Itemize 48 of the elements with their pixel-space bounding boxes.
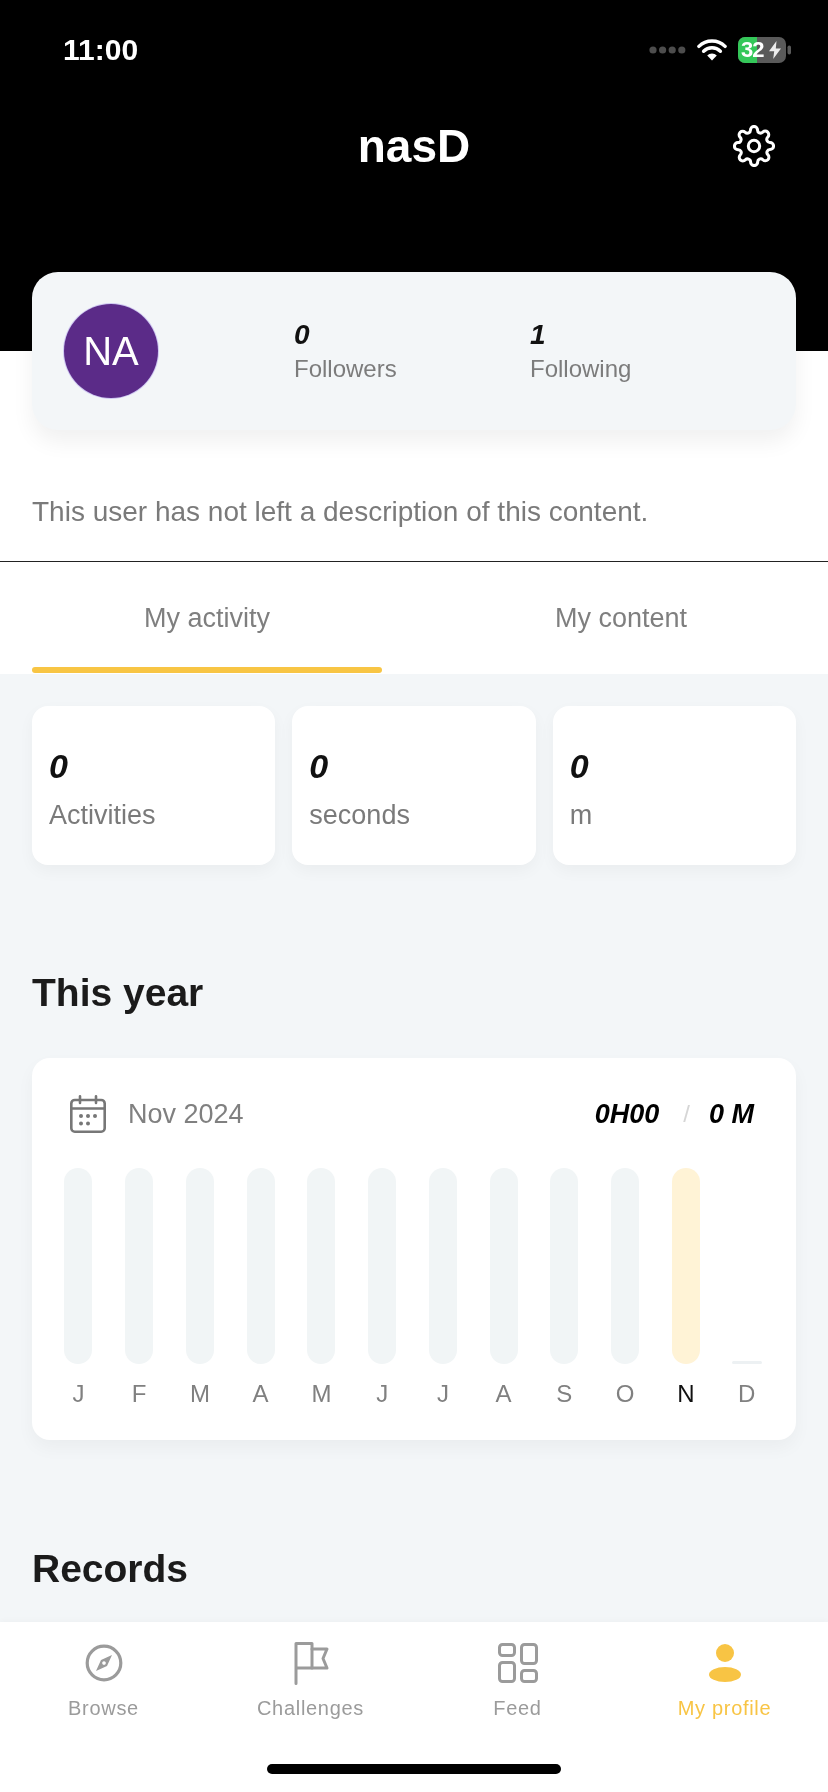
- section-heading: Records: [32, 1546, 189, 1592]
- summary-value: 0: [309, 746, 329, 786]
- nav-tab[interactable]: Browse: [0, 1622, 207, 1734]
- battery-icon: [738, 37, 791, 63]
- nav-tab[interactable]: Feed: [414, 1622, 621, 1734]
- settings-icon[interactable]: [733, 125, 775, 167]
- month-label: A: [495, 1379, 512, 1409]
- distance-value: 0 M: [709, 1098, 754, 1130]
- summary-value: 0: [569, 746, 589, 786]
- summary-value: 0: [49, 746, 68, 786]
- month-label: M: [311, 1379, 332, 1409]
- month-label: S: [556, 1379, 573, 1409]
- grid-icon: [497, 1643, 538, 1683]
- section-heading: This year: [32, 970, 204, 1016]
- nav-tab[interactable]: Challenges: [207, 1622, 414, 1734]
- summary-label: Activities: [49, 800, 156, 830]
- stat-value: 1: [530, 319, 546, 351]
- compass-icon: [84, 1644, 123, 1682]
- calendar-icon: [70, 1095, 106, 1133]
- cellular-signal-icon: [649, 46, 686, 54]
- avatar: NA: [64, 304, 158, 398]
- value-separator: /: [683, 1099, 690, 1129]
- profile-description: This user has not left a description of this content.: [32, 495, 649, 529]
- stat-label: Followers: [294, 355, 397, 383]
- profile-name: nasD: [357, 119, 471, 174]
- month-label: M: [189, 1379, 210, 1409]
- month-label: J: [436, 1379, 449, 1409]
- summary-label: m: [569, 800, 593, 830]
- duration-value: 0H00: [594, 1098, 660, 1130]
- profile-tab[interactable]: My content: [446, 562, 796, 674]
- month-label: N: [677, 1379, 695, 1409]
- month-label: O: [615, 1379, 635, 1409]
- status-time: 11:00: [63, 32, 139, 68]
- battery-percentage: 32: [741, 37, 764, 63]
- summary-label: seconds: [309, 800, 410, 830]
- month-label: J: [376, 1379, 389, 1409]
- person-icon: [708, 1644, 741, 1682]
- wifi-icon: [697, 39, 727, 61]
- stat-label: Following: [530, 355, 632, 383]
- nav-tab[interactable]: My profile: [621, 1622, 828, 1734]
- flag-icon: [292, 1641, 329, 1685]
- month-label: D: [737, 1379, 756, 1409]
- month-label: A: [252, 1379, 269, 1409]
- profile-tab[interactable]: My activity: [32, 562, 382, 674]
- month-label: F: [131, 1379, 147, 1409]
- period-label: Nov 2024: [128, 1098, 244, 1130]
- stat-value: 0: [294, 319, 310, 351]
- month-label: J: [72, 1379, 85, 1409]
